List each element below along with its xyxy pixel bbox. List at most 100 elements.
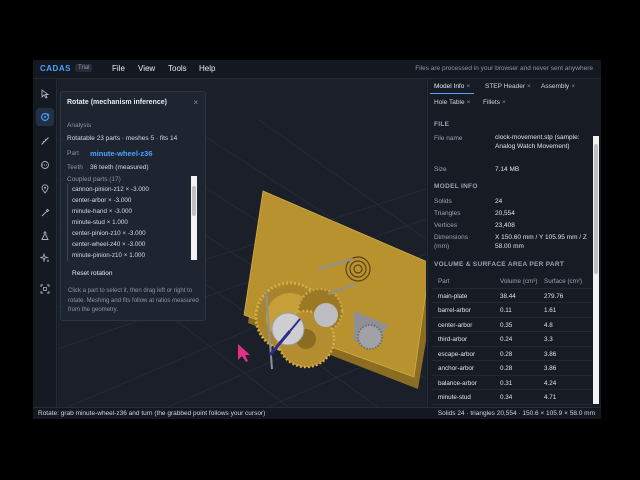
measure-ruler-icon[interactable]	[36, 132, 54, 150]
table-row[interactable]: minute-stud 0.34 4.71	[432, 390, 592, 405]
table-row[interactable]: third-arbor 0.24 3.3	[432, 332, 592, 347]
teeth-label: Teeth	[67, 164, 83, 171]
fit-view-icon[interactable]	[36, 280, 54, 298]
triangles-label: Triangles	[434, 210, 461, 217]
col-part: Part	[438, 278, 450, 285]
tab-fillets[interactable]: Fillets ×	[479, 96, 510, 110]
table-row[interactable]: balance-arbor 0.31 4.24	[432, 376, 592, 390]
cell-surface: 279.76	[544, 292, 564, 300]
triangles-value: 20,554	[495, 210, 515, 217]
3d-viewport[interactable]: Rotate (mechanism inference) × Analysis …	[58, 79, 426, 407]
file-name-label: File name	[434, 135, 463, 142]
list-item: minute-pinion-z10 × 1.000	[67, 250, 199, 261]
menu-help[interactable]: Help	[199, 64, 215, 73]
app-logo: CADAS	[40, 64, 71, 73]
right-panel-scrollbar[interactable]	[593, 136, 599, 404]
menu-tools[interactable]: Tools	[168, 64, 187, 73]
rotate-panel: Rotate (mechanism inference) × Analysis …	[60, 91, 206, 321]
table-row[interactable]: barrel-arbor 0.11 1.61	[432, 303, 592, 318]
dimensions-value: X 150.60 mm / Y 105.95 mm / Z 58.00 mm	[495, 234, 587, 250]
cell-part: third-arbor	[438, 336, 468, 343]
volume-table: Part Volume (cm³) Surface (cm²) main-pla…	[432, 274, 592, 405]
reset-rotation-button[interactable]: Reset rotation	[68, 268, 117, 280]
status-stats: Solids 24 · triangles 20,554 · 150.6 × 1…	[437, 410, 595, 417]
close-icon[interactable]: ×	[466, 83, 470, 90]
model-info-heading: MODEL INFO	[434, 183, 478, 190]
list-item: center-arbor × -3.000	[67, 195, 199, 206]
rotate-mechanism-icon[interactable]	[36, 108, 54, 126]
file-name-value: clock-movement.stp (sample: Analog Watch…	[495, 134, 580, 150]
table-row[interactable]: center-arbor 0.35 4.8	[432, 318, 592, 332]
list-item: center-wheel-z40 × -3.000	[67, 239, 199, 250]
select-cursor-icon[interactable]	[36, 85, 54, 103]
dimensions-label: Dimensions (mm)	[434, 234, 468, 250]
close-icon[interactable]: ×	[467, 99, 471, 106]
solids-value: 24	[495, 198, 503, 205]
tab-step-header[interactable]: STEP Header ×	[481, 80, 535, 94]
close-icon[interactable]: ×	[527, 83, 531, 90]
status-bar: Rotate: grab minute-wheel-z36 and turn (…	[33, 407, 601, 419]
cell-surface: 3.86	[544, 365, 557, 372]
cell-surface: 3.3	[544, 336, 553, 343]
sparkle-icon[interactable]	[36, 249, 54, 267]
privacy-notice: Files are processed in your browser and …	[415, 65, 593, 72]
app-window: CADAS Trial File View Tools Help Files a…	[33, 60, 601, 419]
pointer-cursor	[238, 344, 250, 362]
file-heading: FILE	[434, 121, 450, 128]
cell-part: escape-arbor	[438, 350, 476, 358]
tab-label: Hole Table	[434, 99, 465, 106]
size-label: Size	[434, 166, 447, 173]
right-info-panel: Model Info × STEP Header × Assembly × Hole …	[427, 79, 601, 407]
close-icon[interactable]: ×	[193, 98, 198, 107]
tab-hole-table[interactable]: Hole Table ×	[430, 96, 474, 110]
section-view-icon[interactable]	[36, 156, 54, 174]
trial-badge: Trial	[75, 64, 93, 72]
size-value: 7.14 MB	[495, 166, 520, 173]
cell-part: minute-stud	[438, 394, 471, 401]
cell-volume: 38.44	[500, 292, 516, 300]
cell-surface: 3.86	[544, 350, 557, 358]
vertices-label: Vertices	[434, 222, 458, 229]
top-menu-bar: CADAS Trial File View Tools Help Files a…	[33, 60, 601, 79]
cell-volume: 0.31	[500, 379, 513, 387]
col-volume: Volume (cm³)	[500, 278, 538, 285]
rotate-panel-title: Rotate (mechanism inference)	[67, 99, 167, 106]
close-icon[interactable]: ×	[502, 99, 506, 106]
table-row[interactable]: escape-arbor 0.28 3.86	[432, 347, 592, 361]
cell-part: balance-arbor	[438, 379, 477, 387]
flask-icon[interactable]	[36, 227, 54, 245]
table-row[interactable]: main-plate 38.44 279.76	[432, 289, 592, 303]
left-toolbar	[33, 79, 57, 407]
vertices-value: 23,408	[495, 222, 515, 229]
coupled-parts-list[interactable]: cannon-pinion-z12 × -3.000 center-arbor …	[67, 184, 199, 261]
list-item: minute-stud × 1.000	[67, 217, 199, 228]
table-row[interactable]: anchor-arbor 0.28 3.86	[432, 361, 592, 376]
cell-volume: 0.11	[500, 307, 512, 314]
menu-file[interactable]: File	[112, 64, 125, 73]
status-message: Rotate: grab minute-wheel-z36 and turn (…	[38, 410, 266, 417]
cell-surface: 1.61	[544, 307, 557, 314]
cell-volume: 0.35	[500, 321, 513, 329]
analysis-value: Rotatable 23 parts · meshes 5 · fits 14	[67, 135, 178, 142]
tab-label: Fillets	[483, 99, 500, 106]
part-label: Part	[67, 150, 79, 157]
pin-marker-icon[interactable]	[36, 180, 54, 198]
tab-label: Model Info	[434, 83, 465, 90]
teeth-value: 36 teeth (measured)	[90, 164, 149, 171]
scrollbar-thumb[interactable]	[192, 186, 196, 216]
solids-label: Solids	[434, 198, 452, 205]
tab-assembly[interactable]: Assembly ×	[537, 80, 579, 94]
cell-surface: 4.24	[544, 379, 557, 387]
cell-part: barrel-arbor	[438, 307, 471, 314]
volume-heading: VOLUME & SURFACE AREA PER PART	[434, 261, 565, 268]
coupled-list-scrollbar[interactable]	[191, 176, 197, 260]
close-icon[interactable]: ×	[571, 83, 575, 90]
eyedropper-icon[interactable]	[36, 204, 54, 222]
cell-volume: 0.28	[500, 350, 513, 358]
menu-view[interactable]: View	[138, 64, 155, 73]
table-header-row: Part Volume (cm³) Surface (cm²)	[432, 274, 592, 289]
tab-model-info[interactable]: Model Info ×	[430, 80, 475, 94]
tab-label: Assembly	[541, 83, 570, 90]
cell-volume: 0.28	[500, 365, 513, 372]
scrollbar-thumb[interactable]	[594, 144, 598, 274]
